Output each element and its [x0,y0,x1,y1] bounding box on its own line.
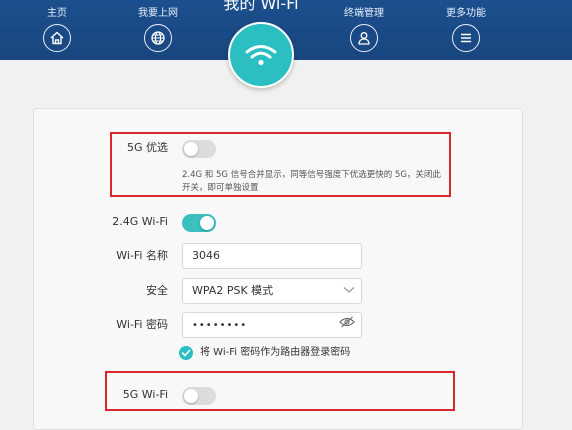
pref-5g-label: 5G 优选 [126,141,168,154]
wifi-name-value: 3046 [192,249,220,262]
globe-icon[interactable] [144,24,172,52]
use-as-admin-checkbox[interactable] [179,346,193,360]
nav-label-home: 主页 [47,8,67,19]
wifi-name-input[interactable]: 3046 [182,243,362,269]
menu-icon[interactable] [452,24,480,52]
wifi-name-label: Wi-Fi 名称 [116,249,168,262]
security-select[interactable]: WPA2 PSK 模式 [182,278,362,304]
pref-5g-description: 2.4G 和 5G 信号合并显示，同等信号强度下优选更快的 5G，关闭此开关，即… [182,170,441,193]
home-icon[interactable] [43,24,71,52]
toggle-knob [184,389,198,403]
nav-label-more: 更多功能 [446,8,486,19]
nav-item-home[interactable]: 主页 [17,0,97,52]
wifi-password-label: Wi-Fi 密码 [116,318,168,331]
wifi-5g-toggle[interactable] [182,387,216,405]
nav-active-title[interactable]: 我的 Wi-Fi [181,0,341,14]
toggle-knob [184,142,198,156]
pref-5g-toggle[interactable] [182,140,216,158]
chevron-down-icon [343,279,355,303]
nav-item-more[interactable]: 更多功能 [426,0,506,52]
security-value: WPA2 PSK 模式 [192,284,274,297]
eye-slash-icon[interactable] [339,313,355,337]
wifi-password-input[interactable]: •••••••• [182,312,362,338]
user-icon[interactable] [350,24,378,52]
toggle-knob [200,216,214,230]
wifi-24g-label: 2.4G Wi-Fi [112,215,168,228]
security-label: 安全 [146,284,168,297]
wifi-icon[interactable] [228,22,294,88]
wifi-24g-toggle[interactable] [182,214,216,232]
use-as-admin-label: 将 Wi-Fi 密码作为路由器登录密码 [200,347,351,358]
wifi-password-value: •••••••• [192,320,248,331]
